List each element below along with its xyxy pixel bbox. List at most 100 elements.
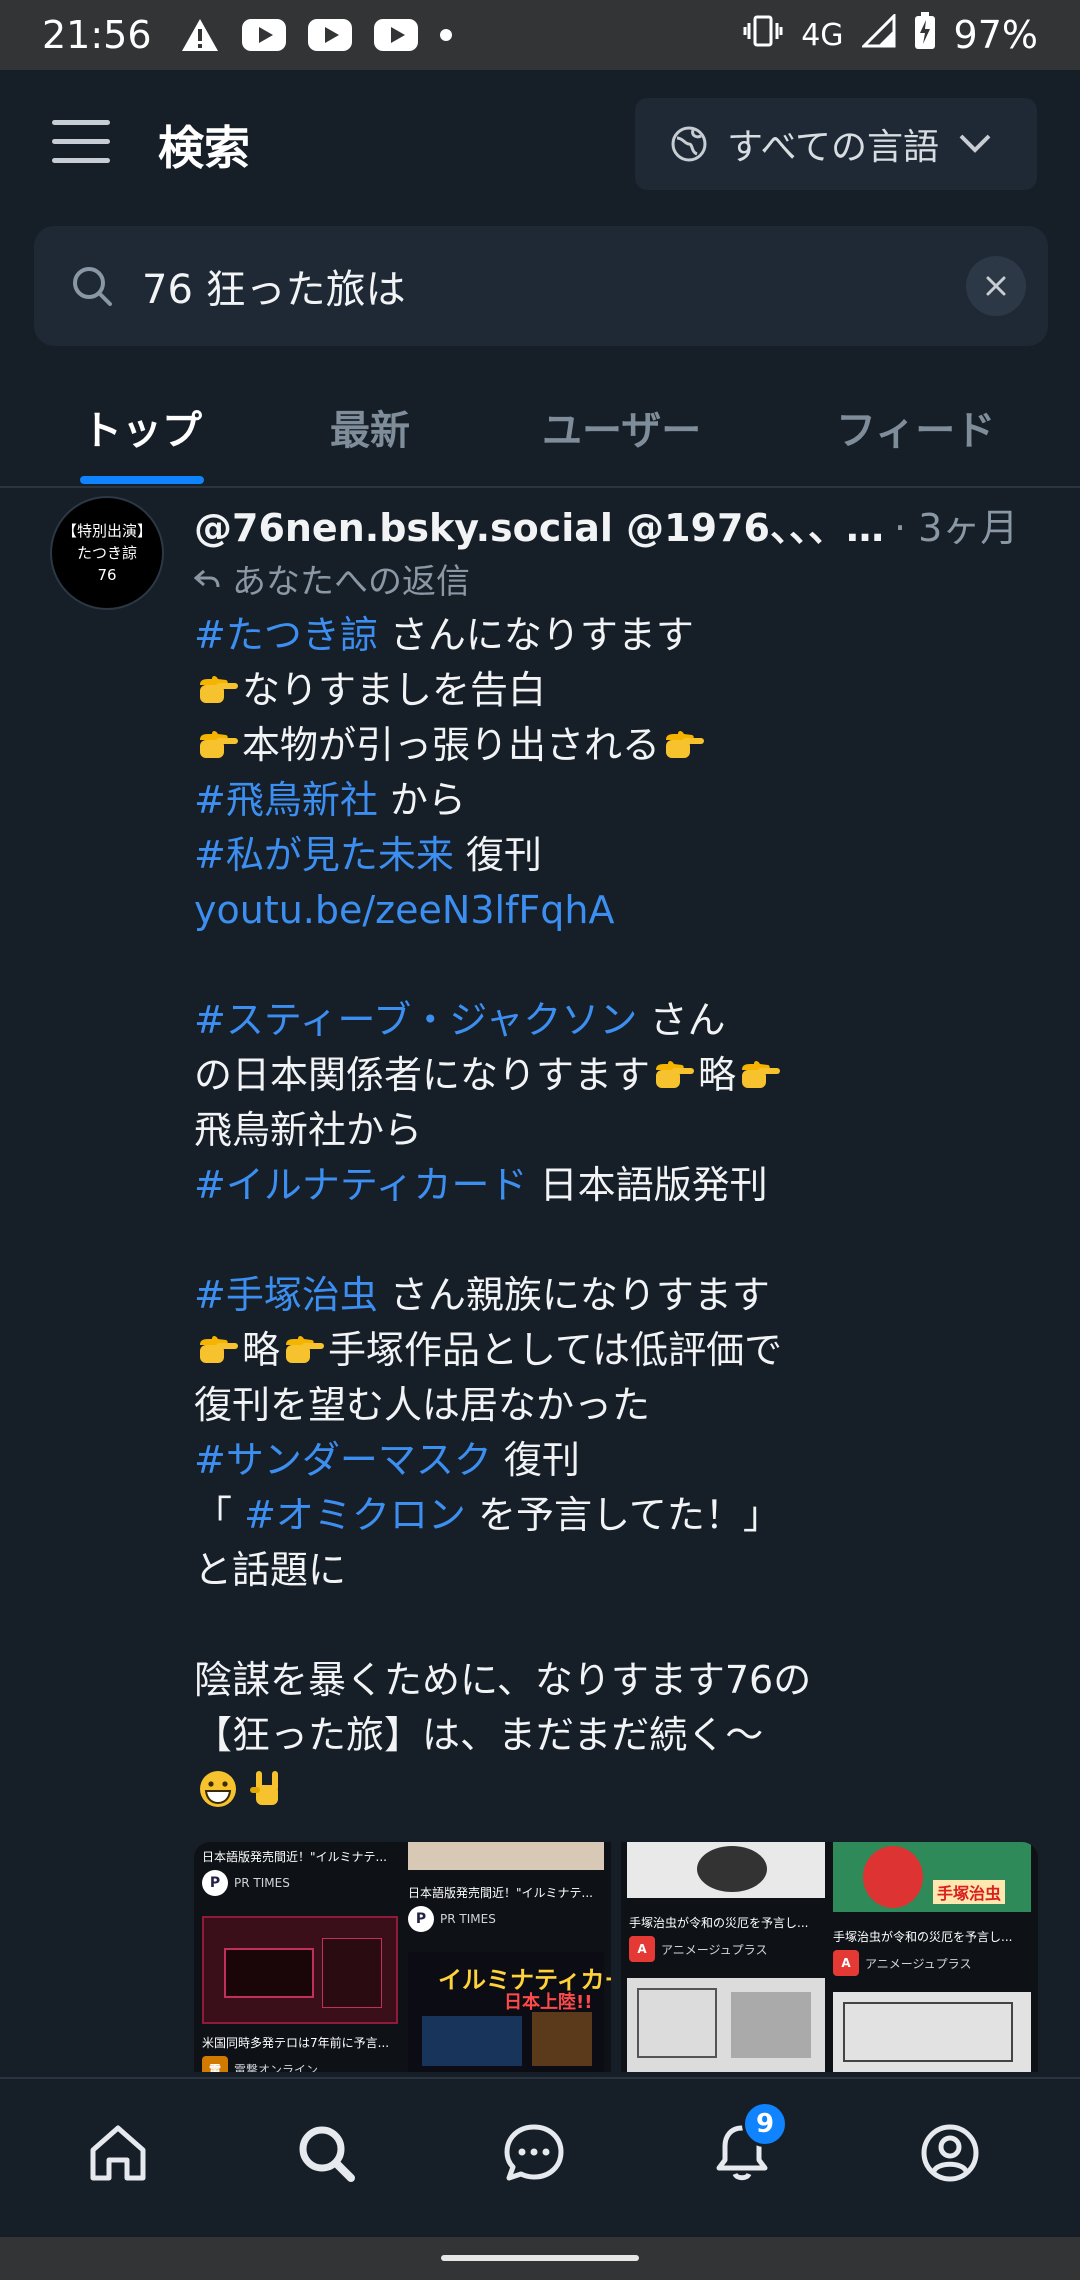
post-text-segment: 復刊 bbox=[453, 833, 542, 877]
nav-profile[interactable] bbox=[910, 2113, 990, 2193]
hashtag-link[interactable]: #サンダーマスク bbox=[194, 1438, 492, 1482]
post-text-line: 【狂った旅】は、まだまだ続く〜 bbox=[194, 1708, 1054, 1763]
reply-indicator: あなたへの返信 bbox=[194, 554, 470, 603]
chat-icon bbox=[504, 2124, 564, 2181]
dengeki-icon: 電 bbox=[202, 2056, 228, 2072]
language-filter-button[interactable]: すべての言語 bbox=[635, 98, 1037, 190]
post-text-line: 陰謀を暴くために、なりすます76の bbox=[194, 1653, 1054, 1708]
url-link[interactable]: youtu.be/zeeN3lfFqhA bbox=[194, 888, 615, 932]
tab-latest[interactable]: 最新 bbox=[330, 398, 410, 456]
post-text-line bbox=[194, 1598, 1054, 1653]
post-timestamp[interactable]: · 3ヶ月 bbox=[894, 497, 1018, 552]
thumbnail-source: P PR TIMES bbox=[408, 1906, 496, 1932]
thumbnail-source: A アニメージュプラス bbox=[833, 1950, 971, 1976]
active-tab-indicator bbox=[80, 476, 204, 484]
post-text-segment: さん親族になりすます bbox=[377, 1273, 770, 1317]
post-text-segment: さんになりすます bbox=[377, 613, 694, 657]
thumbnail-source: 電電撃オンライン bbox=[202, 2056, 318, 2072]
post-text-segment: 略 bbox=[242, 1328, 281, 1372]
image-thumbnail[interactable]: 手塚治虫が令和の災厄を予言し... A アニメージュプラス 手塚治虫 手塚治虫が令… bbox=[621, 1842, 1038, 2072]
animage-plus-icon: A bbox=[629, 1936, 655, 1962]
cover-title: 手塚治虫 bbox=[933, 1880, 1006, 1904]
author-handle[interactable]: @76nen.bsky.social @1976、、、… bbox=[194, 497, 884, 552]
thumbnail-caption: 米国同時多発テロは7年前に予言... bbox=[202, 2036, 390, 2050]
promo-subtitle: 日本上陸!! bbox=[504, 1992, 593, 2013]
product-photo-top bbox=[408, 1842, 604, 1870]
reply-text: あなたへの返信 bbox=[232, 562, 470, 602]
nav-home[interactable] bbox=[78, 2113, 158, 2193]
search-tabs: トップ 最新 ユーザー フィード bbox=[0, 370, 1080, 488]
pointing-hand-emoji bbox=[196, 1329, 240, 1369]
tab-users[interactable]: ユーザー bbox=[542, 398, 701, 456]
post-text-segment: 日本語版発刊 bbox=[527, 1163, 768, 1207]
search-field[interactable]: 76 狂った旅は bbox=[34, 226, 1048, 346]
network-type: 4G bbox=[801, 17, 844, 53]
thumbnail-caption: 日本語版発売間近！"イルミナテ... bbox=[408, 1886, 593, 1900]
post-text-line: 復刊を望む人は居なかった bbox=[194, 1378, 1054, 1433]
post-text-line: #スティーブ・ジャクソン さん bbox=[194, 993, 1054, 1048]
hashtag-link[interactable]: #イルナティカード bbox=[194, 1163, 528, 1207]
product-photo bbox=[202, 1916, 398, 2024]
manga-panel bbox=[627, 1842, 825, 1898]
post-text-line: 本物が引っ張り出される bbox=[194, 718, 1054, 773]
hashtag-link[interactable]: #飛鳥新社 bbox=[194, 778, 378, 822]
signal-icon bbox=[859, 12, 896, 57]
tab-top[interactable]: トップ bbox=[82, 398, 202, 456]
post-text-line: と話題に bbox=[194, 1543, 1054, 1598]
post-text-line: #私が見た未来 復刊 bbox=[194, 828, 1054, 883]
post-text-segment: の日本関係者になりすます bbox=[194, 1053, 651, 1097]
thumbnail-caption: 日本語版発売間近！"イルミナテ... bbox=[202, 1850, 387, 1864]
post-text-segment: 陰謀を暴くために、なりすます76の bbox=[194, 1658, 812, 1702]
search-icon bbox=[299, 2126, 355, 2182]
post-text-segment: と話題に bbox=[194, 1548, 347, 1592]
battery-level: 97% bbox=[953, 13, 1038, 57]
post-text-line bbox=[194, 938, 1054, 993]
clear-search-button[interactable] bbox=[966, 256, 1026, 316]
search-input[interactable]: 76 狂った旅は bbox=[142, 257, 406, 315]
post-text-line: なりすましを告白 bbox=[194, 663, 1054, 718]
rock-on-hand-emoji bbox=[244, 1769, 288, 1809]
home-gesture-handle[interactable] bbox=[441, 2255, 639, 2261]
nav-search[interactable] bbox=[286, 2113, 366, 2193]
tab-feeds[interactable]: フィード bbox=[836, 398, 995, 456]
hashtag-link[interactable]: #手塚治虫 bbox=[194, 1273, 378, 1317]
youtube-icon bbox=[307, 19, 352, 51]
youtube-icon bbox=[241, 19, 286, 51]
youtube-icon bbox=[373, 19, 418, 51]
hashtag-link[interactable]: #私が見た未来 bbox=[194, 833, 454, 877]
post-text-segment: 【狂った旅】は、まだまだ続く〜 bbox=[194, 1713, 764, 1757]
pointing-hand-emoji bbox=[738, 1054, 782, 1094]
thumbnail-caption: 手塚治虫が令和の災厄を予言し... bbox=[629, 1916, 809, 1930]
post-text-line: #イルナティカード 日本語版発刊 bbox=[194, 1158, 1054, 1213]
post-text-segment: 飛鳥新社から bbox=[194, 1108, 423, 1152]
post-text-line: の日本関係者になりすます 略 bbox=[194, 1048, 1054, 1103]
avatar[interactable]: 【特別出演】 たつき諒 76 bbox=[50, 496, 164, 610]
manga-cover: 手塚治虫 bbox=[833, 1842, 1031, 1912]
nav-chat[interactable] bbox=[494, 2113, 574, 2193]
thumbnail-source: A アニメージュプラス bbox=[629, 1936, 767, 1962]
menu-icon[interactable] bbox=[52, 120, 110, 164]
post-text-line: #サンダーマスク 復刊 bbox=[194, 1433, 1054, 1488]
battery-charging-icon bbox=[914, 11, 936, 59]
thumbnail-caption: 手塚治虫が令和の災厄を予言し... bbox=[833, 1930, 1013, 1944]
hashtag-link[interactable]: #オミクロン bbox=[244, 1493, 466, 1537]
avatar-text-line: たつき諒 bbox=[76, 544, 137, 562]
app-header: 検索 すべての言語 bbox=[0, 70, 1080, 220]
pointing-hand-emoji bbox=[652, 1054, 696, 1094]
post-images[interactable]: 日本語版発売間近！"イルミナテ... P PR TIMES 日本語版発売間近！"イ… bbox=[194, 1842, 1038, 2072]
language-filter-label: すべての言語 bbox=[727, 127, 940, 168]
pr-times-icon: P bbox=[408, 1906, 434, 1932]
gesture-bar-area bbox=[0, 2237, 1080, 2280]
post-text-segment: 本物が引っ張り出される bbox=[242, 723, 661, 767]
image-thumbnail[interactable]: 日本語版発売間近！"イルミナテ... P PR TIMES 日本語版発売間近！"イ… bbox=[194, 1842, 611, 2072]
pointing-hand-emoji bbox=[282, 1329, 326, 1369]
post-text-segment: 「 bbox=[194, 1493, 245, 1537]
post-text-segment: 復刊 bbox=[491, 1438, 580, 1482]
hashtag-link[interactable]: #スティーブ・ジャクソン bbox=[194, 998, 637, 1042]
post-body: #たつき諒 さんになりすます なりすましを告白 本物が引っ張り出される #飛鳥新社 か… bbox=[194, 608, 1054, 1818]
post-text-line bbox=[194, 1213, 1054, 1268]
post-text-line: youtu.be/zeeN3lfFqhA bbox=[194, 883, 1054, 938]
post-text-line bbox=[194, 1763, 1054, 1818]
hashtag-link[interactable]: #たつき諒 bbox=[194, 613, 378, 657]
post-text-segment: 復刊を望む人は居なかった bbox=[194, 1383, 651, 1427]
